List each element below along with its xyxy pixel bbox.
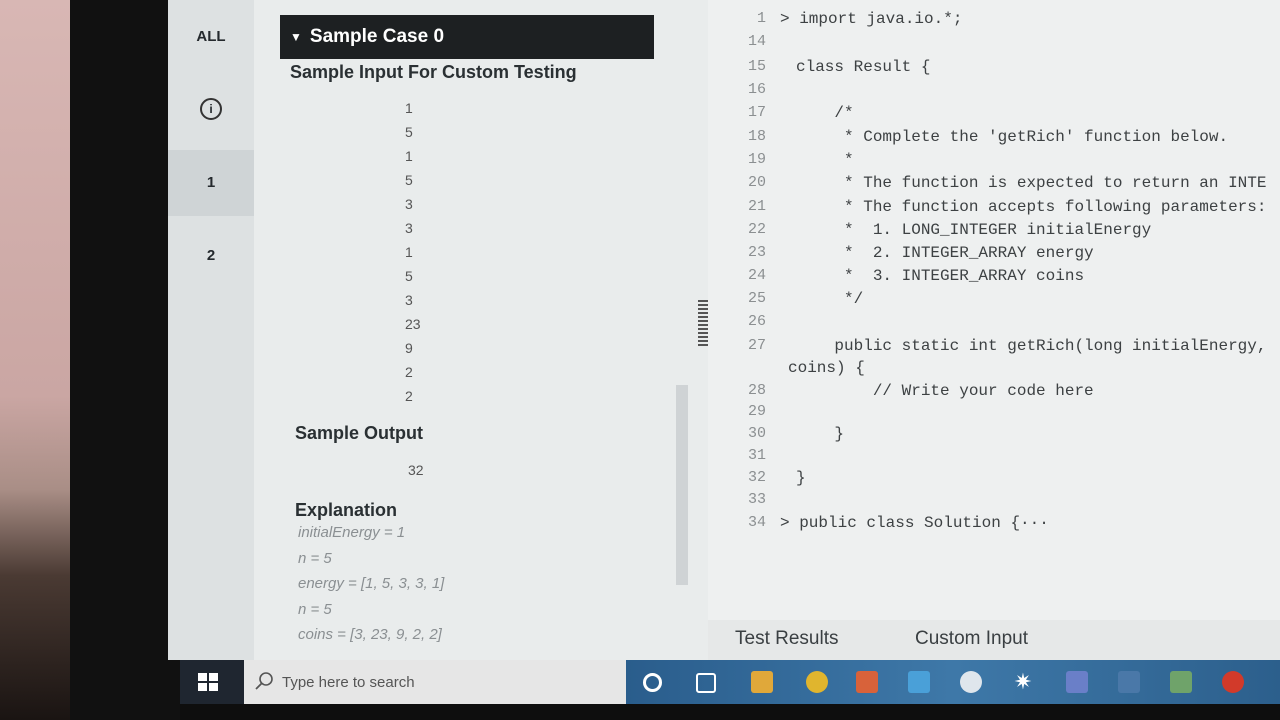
background-wall (0, 0, 80, 720)
sample-case-header[interactable]: ▼ Sample Case 0 (280, 15, 654, 59)
sample-input-value: 1 (405, 100, 413, 116)
app-icon-white[interactable] (960, 671, 982, 693)
code-line[interactable]: * The function accepts following paramet… (796, 198, 1266, 216)
code-line[interactable]: > public class Solution {··· (780, 514, 1049, 532)
app-icon-blue[interactable] (908, 671, 930, 693)
line-number: 17 (747, 104, 766, 121)
line-number: 16 (747, 81, 766, 98)
sample-input-value: 5 (405, 268, 413, 284)
panel-scrollbar[interactable] (676, 385, 688, 585)
explanation-line: coins = [3, 23, 9, 2, 2] (298, 626, 442, 643)
nav-all[interactable]: ALL (168, 28, 254, 54)
app-icon-orange[interactable] (856, 671, 878, 693)
line-number: 19 (747, 151, 766, 168)
line-number: 33 (747, 491, 766, 508)
cortana-icon[interactable] (643, 673, 662, 692)
taskbar-search-box[interactable]: Type here to search (244, 660, 626, 704)
code-line[interactable]: * 3. INTEGER_ARRAY coins (796, 267, 1084, 285)
code-line[interactable]: public static int getRich(long initialEn… (796, 337, 1266, 355)
tab-custom-input[interactable]: Custom Input (915, 628, 1028, 650)
line-number: 32 (747, 469, 766, 486)
sample-input-value: 5 (405, 124, 413, 140)
code-line[interactable]: } (796, 425, 844, 443)
sample-input-value: 3 (405, 220, 413, 236)
line-number: 34 (747, 514, 766, 531)
nav-info[interactable]: i (168, 98, 254, 124)
code-line[interactable]: * 1. LONG_INTEGER initialEnergy (796, 221, 1151, 239)
line-number: 28 (747, 382, 766, 399)
monitor-bottom-bezel (180, 704, 1280, 720)
sample-input-value: 2 (405, 388, 413, 404)
code-line[interactable]: class Result { (796, 58, 930, 76)
code-line[interactable]: > import java.io.*; (780, 10, 962, 28)
explanation-line: energy = [1, 5, 3, 3, 1] (298, 575, 445, 592)
app-icon-purple[interactable] (1066, 671, 1088, 693)
code-editor[interactable]: 1 > import java.io.*; 14 15 class Result { 16… (708, 0, 1280, 620)
code-line[interactable]: * The function is expected to return an … (796, 174, 1266, 192)
nav-test-1[interactable]: 1 (168, 150, 254, 216)
sample-input-value: 5 (405, 172, 413, 188)
line-number: 30 (747, 425, 766, 442)
line-number: 22 (747, 221, 766, 238)
code-line[interactable]: // Write your code here (796, 382, 1094, 400)
explanation-title: Explanation (295, 500, 398, 520)
windows-taskbar: Type here to search ✷ (180, 660, 1280, 704)
explanation-line: initialEnergy = 1 (298, 524, 406, 541)
line-number: 21 (747, 198, 766, 215)
search-icon (255, 672, 273, 690)
sample-input-value: 9 (405, 340, 413, 356)
code-line[interactable]: * Complete the 'getRich' function below. (796, 128, 1228, 146)
line-number: 26 (747, 313, 766, 330)
line-number: 15 (747, 58, 766, 75)
sample-output-title: Sample Output (295, 423, 424, 443)
editor-bottom-tabs: Test Results Custom Input (708, 620, 1280, 660)
screen: ALL i 1 2 ▼ Sample Case 0 Sample Input F… (168, 0, 1280, 660)
sample-input-value: 23 (405, 316, 421, 332)
sample-case-panel: ▼ Sample Case 0 Sample Input For Custom … (280, 0, 680, 660)
chrome-icon[interactable] (806, 671, 828, 693)
app-icon-green[interactable] (1170, 671, 1192, 693)
caret-down-icon: ▼ (290, 30, 302, 44)
line-number: 27 (747, 337, 766, 354)
nav-test-2[interactable]: 2 (168, 230, 254, 282)
sample-input-value: 1 (405, 244, 413, 260)
explanation-line: n = 5 (298, 549, 332, 567)
settings-sun-icon[interactable]: ✷ (1012, 671, 1034, 693)
windows-start-icon[interactable] (198, 673, 218, 691)
app-icon-red[interactable] (1222, 671, 1244, 693)
line-number: 25 (747, 290, 766, 307)
sample-input-value: 3 (405, 196, 413, 212)
monitor-bezel (70, 0, 182, 720)
app-icon-dark-blue[interactable] (1118, 671, 1140, 693)
search-placeholder: Type here to search (282, 674, 415, 691)
code-line[interactable]: coins) { (788, 359, 865, 377)
sample-case-title: Sample Case 0 (309, 26, 445, 47)
line-number: 14 (747, 33, 766, 50)
sample-input-title: Sample Input For Custom Testing (290, 62, 577, 82)
sidebar-nav: ALL i 1 2 (168, 0, 254, 660)
sample-output-value: 32 (408, 462, 424, 478)
info-icon: i (200, 98, 222, 120)
line-number: 29 (747, 403, 766, 420)
line-number: 23 (747, 244, 766, 261)
line-number: 31 (747, 447, 766, 464)
code-line[interactable]: * (796, 151, 854, 169)
line-number: 24 (747, 267, 766, 284)
code-line[interactable]: * 2. INTEGER_ARRAY energy (796, 244, 1094, 262)
code-line[interactable]: */ (796, 290, 863, 308)
taskbar-apps: ✷ (626, 660, 1280, 704)
sample-input-value: 1 (405, 148, 413, 164)
sample-input-value: 2 (405, 364, 413, 380)
sample-input-value: 3 (405, 292, 413, 308)
code-line[interactable]: /* (796, 104, 853, 122)
task-view-icon[interactable] (696, 673, 716, 693)
code-line[interactable]: } (796, 469, 806, 487)
file-explorer-icon[interactable] (751, 671, 773, 693)
line-number: 1 (756, 10, 766, 27)
tab-test-results[interactable]: Test Results (735, 628, 838, 650)
line-number: 20 (747, 174, 766, 191)
explanation-line: n = 5 (298, 600, 332, 618)
line-number: 18 (747, 128, 766, 145)
